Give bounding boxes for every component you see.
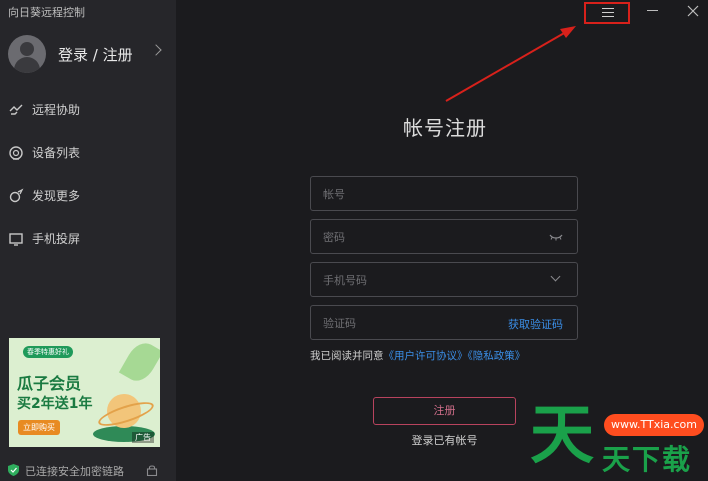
- privacy-policy-link[interactable]: 《隐私政策》: [468, 350, 526, 362]
- user-agreement-link[interactable]: 《用户许可协议》: [384, 350, 468, 362]
- account-field[interactable]: [310, 176, 578, 212]
- get-code-link[interactable]: 获取验证码: [508, 316, 563, 332]
- phone-input[interactable]: [321, 263, 525, 298]
- form-title: 帐号注册: [403, 116, 487, 140]
- chevron-down-icon[interactable]: [550, 271, 561, 282]
- watermark-url-badge: www.TTxia.com: [604, 414, 704, 436]
- eye-closed-icon[interactable]: [549, 231, 563, 243]
- password-field[interactable]: [310, 219, 578, 255]
- site-watermark: 天 www.TTxia.com 天下载: [530, 400, 708, 481]
- phone-field[interactable]: [310, 262, 578, 298]
- watermark-text: 天下载: [602, 443, 693, 476]
- register-button[interactable]: 注册: [373, 397, 516, 425]
- account-input[interactable]: [321, 177, 525, 212]
- watermark-logo: 天: [530, 399, 594, 473]
- agreement-text: 我已阅读并同意《用户许可协议》《隐私政策》: [310, 348, 525, 363]
- password-input[interactable]: [321, 220, 525, 255]
- login-existing-account-link[interactable]: 登录已有帐号: [373, 432, 516, 448]
- agree-label: 我已阅读并同意: [310, 350, 384, 362]
- verification-code-input[interactable]: [321, 306, 525, 341]
- verification-code-field[interactable]: 获取验证码: [310, 305, 578, 341]
